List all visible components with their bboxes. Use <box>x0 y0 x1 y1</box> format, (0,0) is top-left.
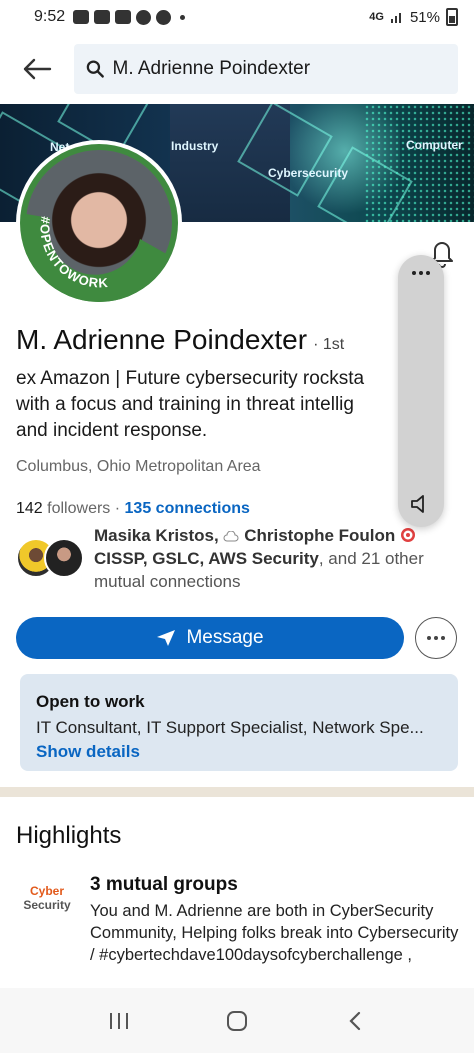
system-nav-bar <box>0 988 474 1053</box>
open-to-work-badge: #OPENTOWORK <box>23 214 170 302</box>
status-bar: 9:52 4G 51% <box>0 0 474 34</box>
search-input[interactable] <box>112 58 446 80</box>
mutual-avatars[interactable] <box>16 538 86 580</box>
connections-link[interactable]: 135 connections <box>125 500 250 517</box>
banner-label-computer: Computer <box>406 138 463 152</box>
recent-apps-button[interactable] <box>99 1001 139 1041</box>
mutual-groups-heading[interactable]: 3 mutual groups <box>90 874 238 896</box>
ellipsis-dot <box>441 636 445 640</box>
profile-name: M. Adrienne Poindexter <box>16 324 308 355</box>
linkedin-icon <box>115 10 132 24</box>
chat-icon <box>73 10 90 24</box>
mutual-connections[interactable]: Masika Kristos, Christophe Foulon CISSP,… <box>94 524 464 593</box>
more-actions-button[interactable] <box>415 617 457 659</box>
target-icon <box>401 528 416 542</box>
chrome-icon-2 <box>156 9 172 25</box>
recents-icon <box>110 1012 128 1029</box>
speaker-icon[interactable] <box>408 491 434 517</box>
headline-line: with a focus and training in threat inte… <box>16 394 354 415</box>
chevron-left-icon <box>349 1011 361 1030</box>
back-button[interactable] <box>20 52 54 86</box>
more-notifications-dot <box>180 14 186 20</box>
paper-plane-icon <box>156 629 176 647</box>
open-to-work-card[interactable]: Open to work IT Consultant, IT Support S… <box>20 674 458 771</box>
volume-more-button[interactable] <box>398 271 444 275</box>
show-details-link[interactable]: Show details <box>36 742 442 762</box>
message-button[interactable]: Message <box>16 617 404 659</box>
name-row: M. Adrienne Poindexter · 1st <box>16 324 344 356</box>
logo-line: Cyber <box>29 884 64 898</box>
battery-icon <box>446 8 458 26</box>
back-nav-button[interactable] <box>335 1001 375 1041</box>
avatar <box>44 538 84 578</box>
headline-line: and incident response. <box>16 420 208 441</box>
open-to-work-roles: IT Consultant, IT Support Specialist, Ne… <box>36 718 424 737</box>
headline-line: ex Amazon | Future cybersecurity rocksta <box>16 368 365 389</box>
mutual-certs: CISSP, GSLC, AWS Security <box>94 549 319 568</box>
message-label: Message <box>186 627 264 648</box>
search-header <box>0 34 474 104</box>
message-icon <box>94 10 111 24</box>
banner-label-industry: Industry <box>171 139 219 153</box>
section-divider <box>0 787 474 797</box>
profile-headline: ex Amazon | Future cybersecurity rocksta… <box>16 366 416 444</box>
arrow-left-icon <box>23 58 52 80</box>
followers-label: followers <box>47 500 111 517</box>
banner-label-cybersecurity: Cybersecurity <box>268 166 349 180</box>
status-time: 9:52 <box>34 8 66 25</box>
home-icon <box>227 1010 247 1031</box>
ellipsis-dot <box>427 636 431 640</box>
status-right: 4G 51% <box>369 8 458 26</box>
network-stats: 142 followers · 135 connections <box>16 500 250 518</box>
mutual-name: Christophe Foulon <box>244 526 396 545</box>
separator: · <box>114 500 121 517</box>
mutual-name: Masika Kristos, <box>94 526 219 545</box>
cybersecurity-group-logo[interactable]: Cyber Security <box>16 884 78 912</box>
chrome-icon <box>136 9 152 25</box>
profile-location: Columbus, Ohio Metropolitan Area <box>16 458 261 475</box>
notification-icons <box>73 9 186 25</box>
battery-percent: 51% <box>409 8 440 26</box>
volume-panel[interactable] <box>398 255 444 527</box>
banner-dots <box>364 104 474 222</box>
followers-count: 142 <box>16 500 43 517</box>
highlights-title: Highlights <box>16 822 122 849</box>
logo-line: Security <box>23 898 71 912</box>
signal-icon <box>390 13 401 23</box>
profile-avatar[interactable]: #OPENTOWORK <box>16 140 182 306</box>
network-type: 4G <box>369 11 384 23</box>
search-icon <box>86 60 104 78</box>
ellipsis-dot <box>434 636 438 640</box>
home-button[interactable] <box>217 1001 257 1041</box>
cloud-icon <box>224 530 239 542</box>
connection-degree: · 1st <box>313 336 345 353</box>
search-box[interactable] <box>74 44 458 94</box>
mutual-groups-body: You and M. Adrienne are both in CyberSec… <box>90 902 459 964</box>
open-to-work-title: Open to work <box>36 692 145 711</box>
open-to-work-frame: #OPENTOWORK <box>20 144 178 302</box>
